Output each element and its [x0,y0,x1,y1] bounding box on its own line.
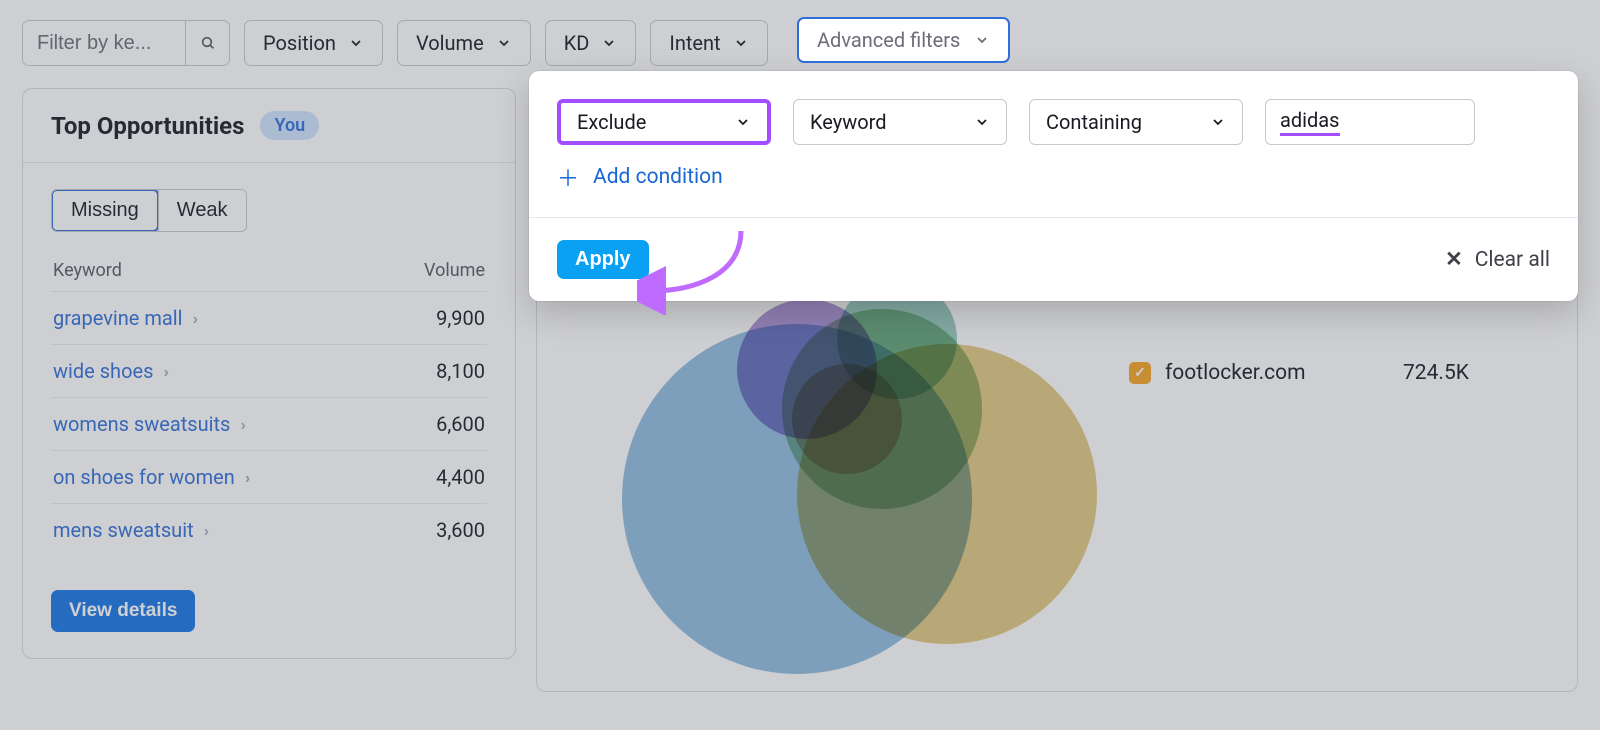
chevron-down-icon [974,32,990,48]
filter-advanced[interactable]: Advanced filters [797,17,1010,63]
apply-button[interactable]: Apply [557,240,649,279]
chevron-down-icon [1210,114,1226,130]
add-condition-button[interactable]: ＋ Add condition [529,153,1578,217]
condition-field-select[interactable]: Keyword [793,99,1007,145]
condition-mode-select[interactable]: Exclude [557,99,771,145]
add-condition-label: Add condition [593,165,723,189]
plus-icon: ＋ [557,161,579,193]
chevron-down-icon [735,114,751,130]
condition-mode-value: Exclude [577,110,646,134]
condition-row: Exclude Keyword Containing adidas [529,71,1578,153]
condition-value-input[interactable]: adidas [1265,99,1475,145]
condition-value-text: adidas [1280,108,1340,136]
chevron-down-icon [974,114,990,130]
clear-all-button[interactable]: ✕ Clear all [1445,247,1550,272]
close-icon: ✕ [1445,247,1463,272]
app-canvas: Position Volume KD Intent Advanced filte… [0,0,1600,730]
condition-operator-select[interactable]: Containing [1029,99,1243,145]
condition-field-value: Keyword [810,110,887,134]
filter-advanced-label: Advanced filters [817,28,960,52]
popover-footer: Apply ✕ Clear all [529,217,1578,301]
advanced-filters-popover: Exclude Keyword Containing adidas ＋ Add … [529,71,1578,301]
clear-all-label: Clear all [1475,248,1550,272]
condition-operator-value: Containing [1046,110,1142,134]
